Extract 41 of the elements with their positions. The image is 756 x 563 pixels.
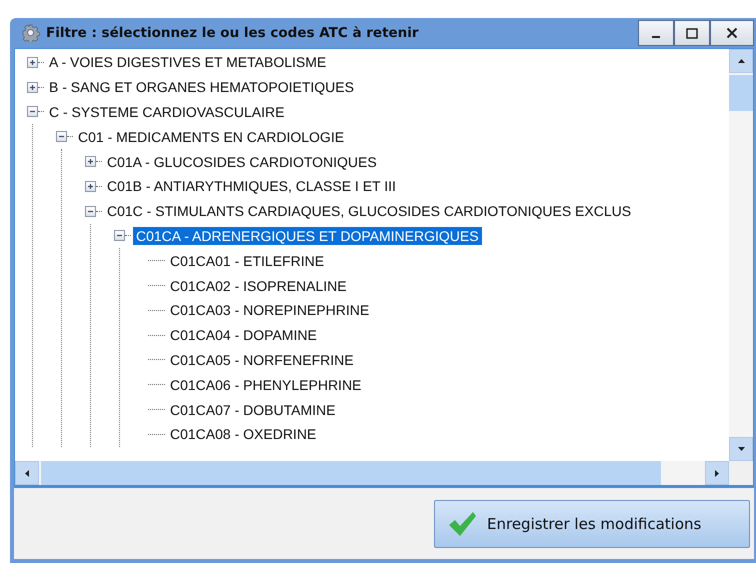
tree-item[interactable]: C01C - STIMULANTS CARDIAQUES, GLUCOSIDES CARDIOTONIQUES EXCLUS (104, 202, 634, 220)
scroll-right-icon[interactable] (715, 470, 719, 476)
tree-item[interactable]: C01CA01 - ETILEFRINE (167, 252, 328, 270)
expand-icon[interactable] (85, 180, 96, 192)
checkmark-icon (447, 510, 477, 536)
window-title: Filtre : sélectionnez le ou les codes ATC à retenir (46, 25, 419, 41)
tree-item[interactable]: C01CA06 - PHENYLEPHRINE (167, 376, 364, 394)
close-icon (726, 27, 738, 39)
collapse-icon[interactable] (114, 230, 125, 242)
tree-item[interactable]: B - SANG ET ORGANES HEMATOPOIETIQUES (46, 78, 357, 96)
tree-item[interactable]: C01CA02 - ISOPRENALINE (167, 276, 350, 295)
maximize-button[interactable] (674, 20, 710, 46)
gear-icon (22, 24, 40, 42)
scroll-down-icon[interactable] (738, 447, 744, 451)
collapse-icon[interactable] (56, 131, 67, 142)
expand-icon[interactable] (27, 82, 38, 93)
tree-item[interactable]: C01CA08 - OXEDRINE (167, 425, 320, 444)
tree-item[interactable]: C01CA04 - DOPAMINE (167, 326, 320, 344)
tree-item[interactable]: C01CA07 - DOBUTAMINE (167, 400, 338, 419)
tree-item[interactable]: C01CA - ADRENERGIQUES ET DOPAMINERGIQUES (133, 226, 482, 245)
scroll-up-icon[interactable] (738, 59, 744, 63)
maximize-icon (686, 28, 698, 38)
tree-item[interactable]: C01CA03 - NOREPINEPHRINE (167, 301, 372, 320)
close-button[interactable] (710, 20, 754, 46)
tree-item[interactable]: C01A - GLUCOSIDES CARDIOTONIQUES (104, 152, 380, 171)
scrollbar-thumb[interactable] (729, 75, 753, 111)
collapse-icon[interactable] (27, 106, 38, 118)
tree-item[interactable]: C - SYSTEME CARDIOVASCULAIRE (46, 102, 288, 121)
tree-item[interactable]: C01 - MEDICAMENTS EN CARDIOLOGIE (75, 128, 348, 146)
minimize-button[interactable] (638, 20, 674, 46)
tree-item[interactable]: C01CA05 - NORFENEFRINE (167, 350, 357, 369)
scrollbar-corner (729, 461, 753, 485)
vertical-scrollbar[interactable] (729, 49, 753, 461)
scroll-left-icon[interactable] (25, 470, 29, 476)
minimize-icon (652, 36, 660, 38)
tree-item[interactable]: A - VOIES DIGESTIVES ET METABOLISME (46, 53, 330, 72)
expand-icon[interactable] (27, 56, 38, 68)
collapse-icon[interactable] (85, 206, 96, 217)
save-button[interactable]: Enregistrer les modifications (434, 500, 750, 548)
expand-icon[interactable] (85, 156, 96, 168)
tree-item[interactable]: C01B - ANTIARYTHMIQUES, CLASSE I ET III (104, 177, 399, 196)
